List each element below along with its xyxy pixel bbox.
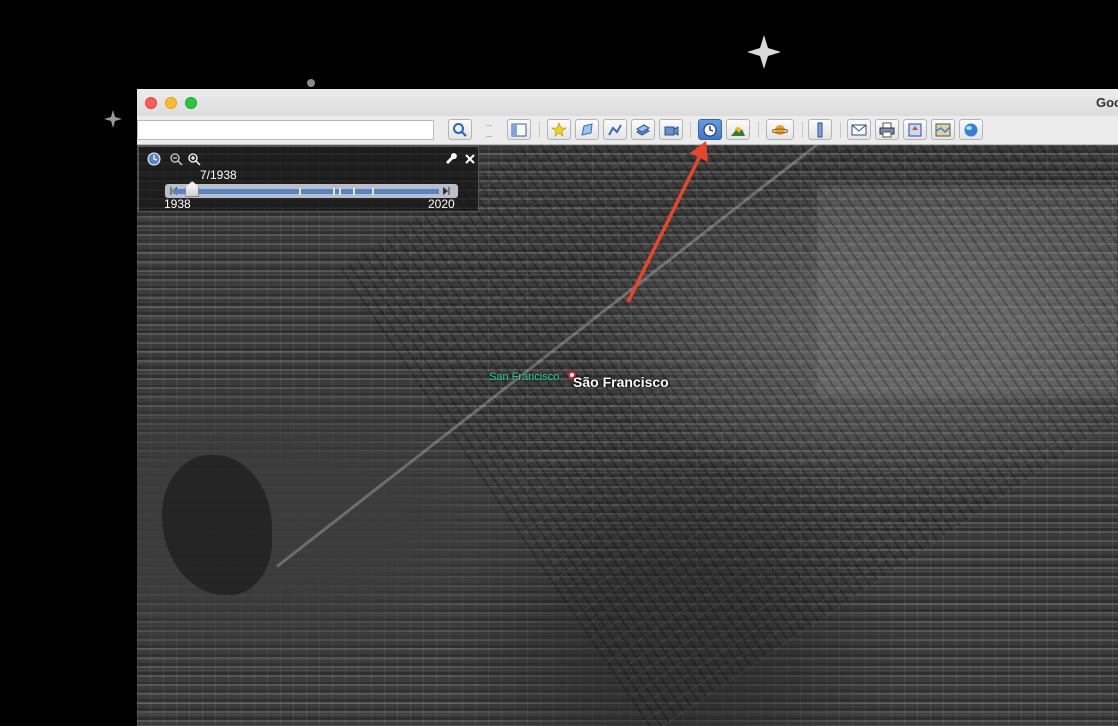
- minimize-window-button[interactable]: [165, 97, 177, 109]
- map-view[interactable]: 7/1938 1938 2020 San Francisco São Franc…: [137, 145, 1118, 726]
- zoom-window-button[interactable]: [185, 97, 197, 109]
- imagery-date-tick: [299, 188, 301, 195]
- planet-icon: [772, 124, 788, 135]
- planets-button[interactable]: [766, 119, 794, 140]
- record-tour-icon: [664, 125, 679, 136]
- add-path-button[interactable]: [603, 119, 627, 140]
- sidebar-icon: [511, 123, 527, 136]
- clock-icon[interactable]: [147, 152, 161, 166]
- view-in-maps-button[interactable]: [931, 119, 955, 140]
- map-street-grid: [340, 145, 1118, 726]
- printer-icon: [879, 122, 895, 137]
- add-polygon-button[interactable]: [575, 119, 599, 140]
- envelope-icon: [851, 124, 867, 135]
- clock-icon: [703, 122, 717, 137]
- save-image-icon: [908, 123, 922, 136]
- drag-handle-icon: [486, 125, 492, 137]
- toolbar-separator: [758, 122, 759, 138]
- sunlight-icon: [731, 126, 745, 136]
- ruler-button[interactable]: [808, 119, 832, 140]
- imagery-date-tick: [333, 188, 335, 195]
- imagery-date-tick: [353, 188, 355, 195]
- record-tour-button[interactable]: [659, 119, 683, 140]
- skip-forward-icon[interactable]: [442, 187, 450, 195]
- zoom-out-icon[interactable]: [169, 152, 183, 166]
- imagery-date-tick: [372, 188, 374, 195]
- toolbar-separator: [539, 122, 540, 138]
- start-year-label: 1938: [164, 197, 191, 211]
- sunlight-button[interactable]: [726, 119, 750, 140]
- place-label-small[interactable]: San Francisco: [489, 371, 559, 383]
- toolbar: [137, 116, 1118, 145]
- polygon-icon: [581, 122, 593, 136]
- earth-button[interactable]: [959, 119, 983, 140]
- search-button[interactable]: [448, 119, 472, 140]
- window-title: Goo: [1096, 95, 1118, 110]
- star-icon: [104, 110, 122, 128]
- overlay-icon: [636, 123, 650, 136]
- toolbar-separator: [802, 122, 803, 138]
- title-bar: Goo: [137, 89, 1118, 116]
- time-slider-panel: 7/1938 1938 2020: [138, 146, 479, 212]
- search-input[interactable]: [137, 120, 434, 140]
- map-park-area: [162, 455, 272, 595]
- globe-icon: [964, 123, 978, 136]
- historical-imagery-button[interactable]: [698, 119, 722, 140]
- zoom-in-icon[interactable]: [187, 152, 201, 166]
- ruler-icon: [817, 122, 823, 137]
- email-button[interactable]: [847, 119, 871, 140]
- sidebar-toggle-button[interactable]: [507, 119, 531, 140]
- add-placemark-button[interactable]: [547, 119, 571, 140]
- add-image-overlay-button[interactable]: [631, 119, 655, 140]
- star-icon: [747, 35, 781, 69]
- pushpin-icon: [551, 121, 567, 137]
- print-button[interactable]: [875, 119, 899, 140]
- place-label-main[interactable]: São Francisco: [573, 374, 669, 390]
- toolbar-separator: [840, 122, 841, 138]
- imagery-date-tick: [339, 188, 341, 195]
- star-dot: [307, 79, 315, 87]
- close-window-button[interactable]: [145, 97, 157, 109]
- time-slider-fill: [173, 189, 439, 194]
- magnifier-icon: [453, 122, 467, 137]
- current-date-label: 7/1938: [200, 168, 237, 182]
- close-icon[interactable]: [463, 152, 477, 166]
- map-view-icon: [935, 123, 951, 136]
- wrench-icon[interactable]: [445, 152, 459, 166]
- end-year-label: 2020: [428, 197, 455, 211]
- google-earth-window: Goo: [137, 89, 1118, 726]
- save-image-button[interactable]: [903, 119, 927, 140]
- path-icon: [608, 124, 622, 135]
- toolbar-separator: [690, 122, 691, 138]
